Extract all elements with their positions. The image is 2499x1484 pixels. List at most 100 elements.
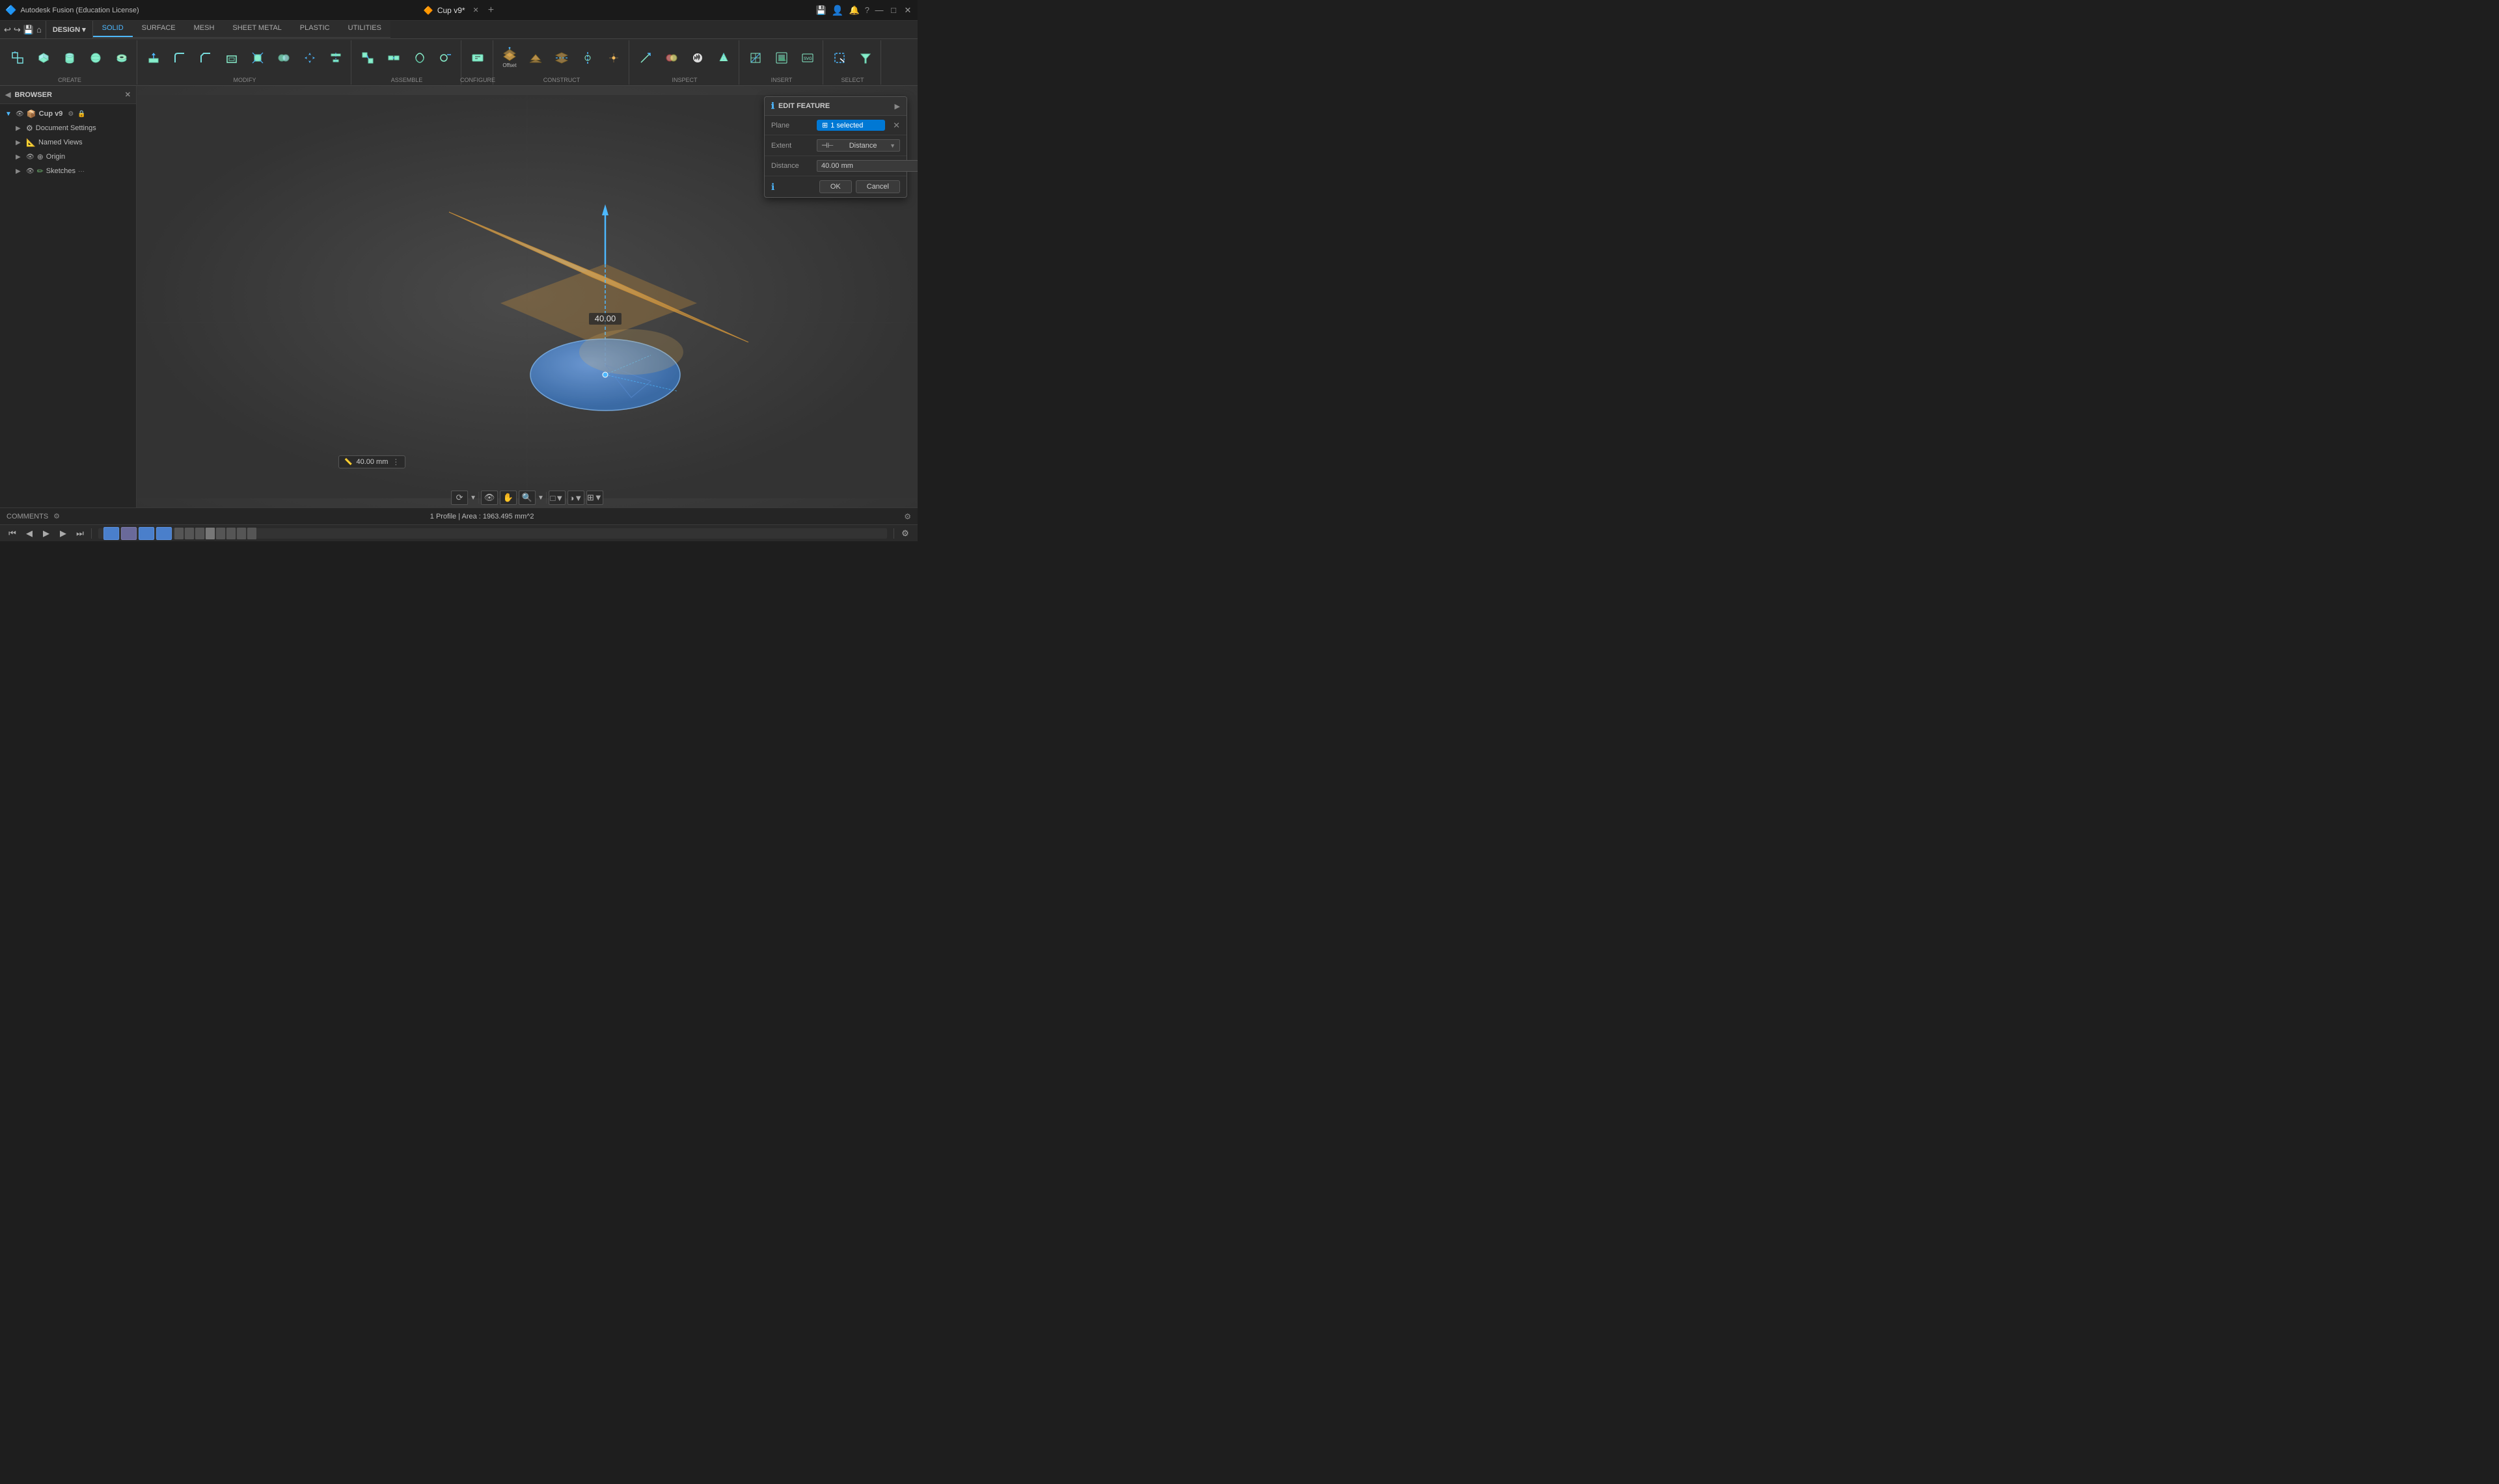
ef-distance-input[interactable]	[817, 160, 918, 172]
assemble-joint-btn[interactable]	[355, 44, 380, 72]
tab-sheet-metal[interactable]: SHEET METAL	[223, 20, 290, 37]
modify-press-pull-btn[interactable]	[141, 44, 166, 72]
tl-sm-marker[interactable]	[226, 528, 236, 539]
select-filter-btn[interactable]	[853, 44, 878, 72]
create-cylinder-btn[interactable]	[57, 44, 82, 72]
close-tab-btn[interactable]: ✕	[473, 6, 479, 14]
create-sphere-btn[interactable]	[83, 44, 108, 72]
design-dropdown[interactable]: DESIGN ▾	[46, 21, 93, 38]
tl-back-btn[interactable]: ◀	[22, 526, 36, 541]
browser-close-icon[interactable]: ✕	[125, 90, 131, 99]
construct-midplane-btn[interactable]	[549, 44, 574, 72]
ef-plane-clear-icon[interactable]: ✕	[893, 120, 900, 131]
timeline-track[interactable]	[98, 528, 887, 539]
redo-btn[interactable]: ↪	[14, 25, 21, 35]
tl-sm-marker[interactable]	[185, 528, 194, 539]
measure-menu-icon[interactable]: ⋮	[392, 457, 400, 466]
vp-zoom-btn[interactable]: 🔍	[519, 491, 536, 505]
ef-plane-selected[interactable]: ⊞ 1 selected	[817, 120, 885, 131]
edit-feature-info-icon[interactable]: ℹ	[771, 101, 774, 111]
edit-feature-expand-icon[interactable]: ▶	[895, 102, 900, 111]
assemble-motion-btn[interactable]	[407, 44, 432, 72]
create-torus-btn[interactable]	[109, 44, 134, 72]
assemble-tangent-btn[interactable]	[433, 44, 458, 72]
tree-item-sketches[interactable]: ▶ 👁 ✏ Sketches ···	[0, 164, 136, 178]
vp-zoom-chevron[interactable]: ▼	[538, 494, 544, 502]
construct-offset-plane-btn[interactable]: Offset	[497, 44, 522, 72]
construct-point-btn[interactable]	[601, 44, 626, 72]
construct-plane-angle-btn[interactable]	[523, 44, 548, 72]
insert-mesh-btn[interactable]	[743, 44, 768, 72]
modify-align-btn[interactable]	[323, 44, 348, 72]
tab-mesh[interactable]: MESH	[185, 20, 224, 37]
browser-collapse-icon[interactable]: ◀	[5, 90, 10, 99]
notification-icon[interactable]: 🔔	[849, 5, 860, 16]
ef-cancel-button[interactable]: Cancel	[856, 180, 900, 193]
insert-svg-btn[interactable]: SVG	[795, 44, 820, 72]
assemble-rigid-btn[interactable]	[381, 44, 406, 72]
tree-item-cup-v9[interactable]: ▼ 👁 📦 Cup v9 ⚙ 🔒	[0, 107, 136, 121]
home-btn[interactable]: ⌂	[36, 25, 42, 34]
select-window-btn[interactable]	[827, 44, 852, 72]
tree-lock-cup[interactable]: 🔒	[77, 111, 85, 118]
create-new-component-btn[interactable]	[5, 44, 30, 72]
tree-visibility-cup[interactable]: 👁	[16, 111, 24, 118]
inspect-measure-btn[interactable]	[633, 44, 658, 72]
tab-plastic[interactable]: PLASTIC	[291, 20, 339, 37]
modify-chamfer-btn[interactable]	[193, 44, 218, 72]
inspect-interference-btn[interactable]	[659, 44, 684, 72]
insert-canvas-btn[interactable]	[769, 44, 794, 72]
save-btn[interactable]: 💾	[23, 25, 34, 35]
tl-first-btn[interactable]: ⏮	[5, 526, 20, 541]
ef-ok-button[interactable]: OK	[819, 180, 852, 193]
tree-item-named-views[interactable]: ▶ 📐 Named Views	[0, 135, 136, 150]
undo-btn[interactable]: ↩	[4, 25, 11, 35]
vp-orbit-btn[interactable]: ⟳	[451, 491, 468, 505]
inspect-draft-btn[interactable]	[711, 44, 736, 72]
tl-marker-1[interactable]	[103, 527, 119, 540]
create-box-btn[interactable]	[31, 44, 56, 72]
modify-combine-btn[interactable]	[271, 44, 296, 72]
canvas[interactable]: 40.00	[137, 86, 918, 507]
new-tab-btn[interactable]: +	[488, 5, 494, 16]
tl-sm-marker[interactable]	[206, 528, 215, 539]
modify-fillet-btn[interactable]	[167, 44, 192, 72]
maximize-button[interactable]: □	[889, 6, 898, 15]
tl-sm-marker[interactable]	[174, 528, 184, 539]
tl-settings-btn[interactable]: ⚙	[898, 526, 912, 541]
tab-solid[interactable]: SOLID	[93, 20, 133, 37]
tree-visibility-sketches[interactable]: 👁	[26, 168, 34, 175]
tl-sm-marker[interactable]	[237, 528, 246, 539]
tree-item-doc-settings[interactable]: ▶ ⚙ Document Settings	[0, 121, 136, 135]
tl-last-btn[interactable]: ⏭	[73, 526, 87, 541]
vp-visual-btn[interactable]: ◑▼	[567, 491, 584, 505]
close-button[interactable]: ✕	[903, 6, 912, 15]
ef-extent-dropdown[interactable]: ⊣⊢ Distance ▼	[817, 139, 900, 152]
tree-visibility-origin[interactable]: 👁	[26, 154, 34, 161]
modify-shell-btn[interactable]	[219, 44, 244, 72]
inspect-zebra-btn[interactable]	[685, 44, 710, 72]
modify-scale-btn[interactable]	[245, 44, 270, 72]
tree-settings-cup[interactable]: ⚙	[68, 111, 74, 118]
tab-utilities[interactable]: UTILITIES	[339, 20, 390, 37]
tl-marker-2[interactable]	[121, 527, 137, 540]
tl-fwd-btn[interactable]: ▶	[56, 526, 70, 541]
construct-axis-btn[interactable]	[575, 44, 600, 72]
tl-sm-marker[interactable]	[247, 528, 256, 539]
tab-surface[interactable]: SURFACE	[133, 20, 185, 37]
tl-play-btn[interactable]: ▶	[39, 526, 53, 541]
modify-move-btn[interactable]	[297, 44, 322, 72]
tl-sm-marker[interactable]	[195, 528, 204, 539]
account-icon[interactable]: 👤	[832, 5, 844, 16]
tree-item-origin[interactable]: ▶ 👁 ⊕ Origin	[0, 150, 136, 164]
vp-look-btn[interactable]: 👁	[481, 491, 498, 505]
comments-gear-icon[interactable]: ⚙	[53, 512, 60, 520]
configure-btn[interactable]	[465, 44, 490, 72]
vp-pan-btn[interactable]: ✋	[500, 491, 517, 505]
viewport[interactable]: 40.00	[137, 86, 918, 507]
statusbar-settings-icon[interactable]: ⚙	[904, 512, 911, 521]
tl-marker-3[interactable]	[139, 527, 154, 540]
vp-display-btn[interactable]: □▼	[549, 491, 566, 505]
vp-grid-btn[interactable]: ⊞▼	[586, 491, 603, 505]
tl-marker-4[interactable]	[156, 527, 172, 540]
